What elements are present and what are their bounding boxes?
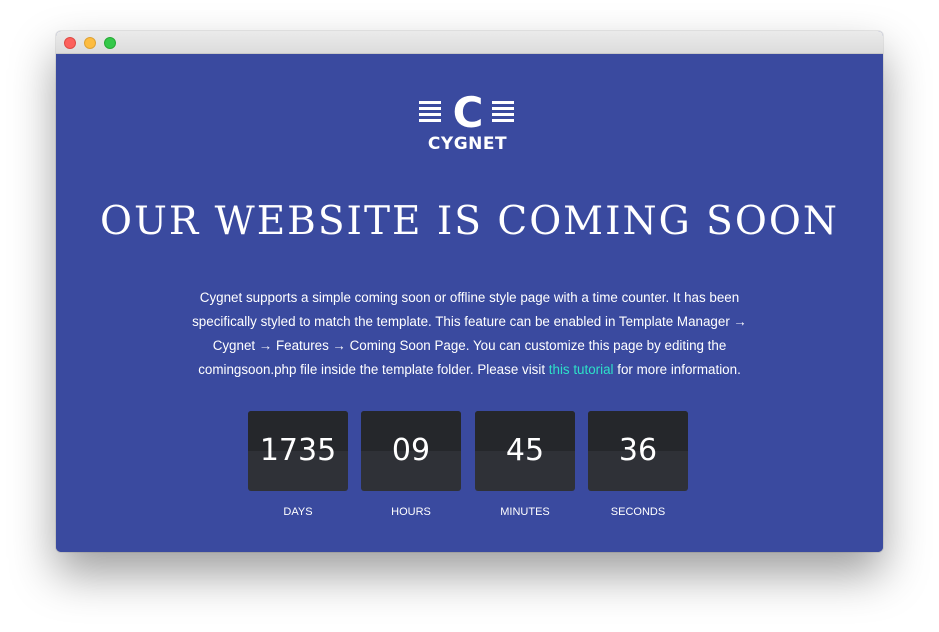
close-window-button[interactable] — [64, 37, 76, 49]
countdown-minutes-value: 45 — [505, 433, 545, 468]
logo-lines-right-icon — [492, 101, 514, 125]
site-logo: C CYGNET — [419, 90, 519, 156]
countdown-days-label: DAYS — [283, 506, 313, 518]
minimize-window-button[interactable] — [84, 37, 96, 49]
countdown-box: 09 — [361, 411, 461, 491]
window-titlebar[interactable] — [56, 31, 883, 54]
tutorial-link[interactable]: this tutorial — [549, 362, 614, 377]
countdown-seconds: 36 SECONDS — [588, 411, 688, 518]
countdown-minutes-label: MINUTES — [500, 506, 550, 518]
countdown-days: 1735 DAYS — [248, 411, 348, 518]
countdown-box: 36 — [588, 411, 688, 491]
logo-letter: C — [452, 88, 484, 137]
countdown-box: 1735 — [248, 411, 348, 491]
coming-soon-page: C CYGNET OUR WEBSITE IS COMING SOON Cygn… — [56, 54, 883, 552]
page-description: Cygnet supports a simple coming soon or … — [174, 286, 765, 382]
screenshot-stage: C CYGNET OUR WEBSITE IS COMING SOON Cygn… — [0, 0, 939, 632]
countdown-hours-value: 09 — [391, 433, 431, 468]
page-headline: OUR WEBSITE IS COMING SOON — [100, 199, 839, 244]
browser-window: C CYGNET OUR WEBSITE IS COMING SOON Cygn… — [56, 31, 883, 552]
logo-name: CYGNET — [427, 134, 508, 154]
countdown-minutes: 45 MINUTES — [475, 411, 575, 518]
logo-lines-left-icon — [419, 101, 441, 125]
countdown-seconds-label: SECONDS — [610, 506, 666, 518]
countdown-hours: 09 HOURS — [361, 411, 461, 518]
countdown-box: 45 — [475, 411, 575, 491]
countdown-hours-label: HOURS — [391, 506, 431, 518]
countdown-days-value: 1735 — [259, 433, 337, 468]
maximize-window-button[interactable] — [104, 37, 116, 49]
description-text-end: for more information. — [613, 362, 741, 377]
countdown-seconds-value: 36 — [618, 433, 658, 468]
